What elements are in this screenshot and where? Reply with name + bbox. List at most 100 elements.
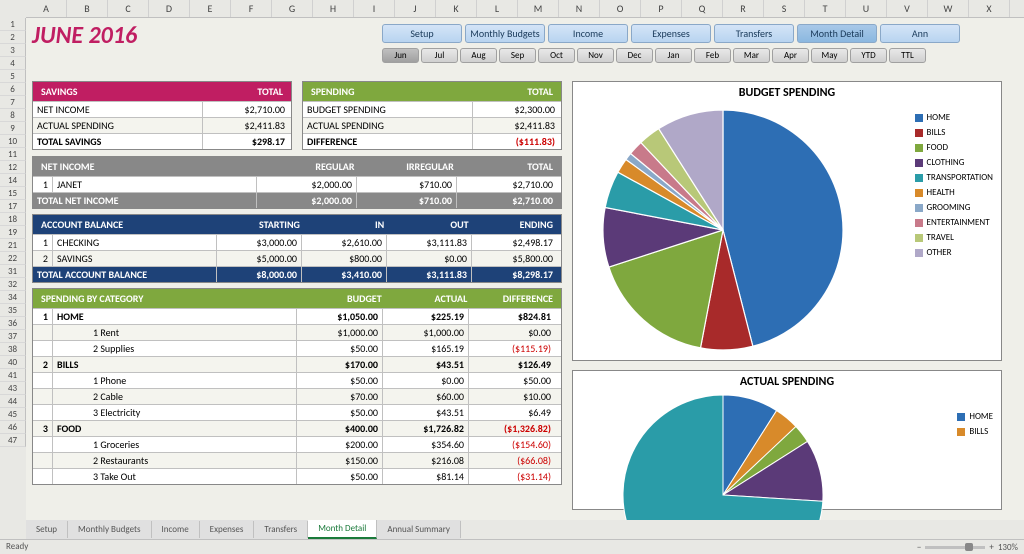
col-K[interactable]: K (436, 0, 477, 17)
month-may[interactable]: May (811, 48, 848, 63)
col-U[interactable]: U (846, 0, 887, 17)
col-T[interactable]: T (805, 0, 846, 17)
row-1[interactable]: 1 (0, 18, 26, 31)
nav-income[interactable]: Income (548, 24, 628, 43)
sheet-tab-expenses[interactable]: Expenses (200, 521, 255, 538)
row-45[interactable]: 45 (0, 408, 26, 421)
month-apr[interactable]: Apr (772, 48, 809, 63)
row-43[interactable]: 43 (0, 382, 26, 395)
month-jul[interactable]: Jul (421, 48, 458, 63)
col-P[interactable]: P (641, 0, 682, 17)
row-36[interactable]: 36 (0, 317, 26, 330)
col-S[interactable]: S (764, 0, 805, 17)
col-M[interactable]: M (518, 0, 559, 17)
row-40[interactable]: 40 (0, 356, 26, 369)
nav-expenses[interactable]: Expenses (631, 24, 711, 43)
zoom-minus-icon[interactable]: − (917, 542, 921, 553)
table-row[interactable]: 2SAVINGS$5,000.00$800.00$0.00$5,800.00 (33, 250, 561, 266)
col-O[interactable]: O (600, 0, 641, 17)
col-D[interactable]: D (149, 0, 190, 17)
col-A[interactable]: A (26, 0, 67, 17)
row-12[interactable]: 12 (0, 161, 26, 174)
month-jun[interactable]: Jun (382, 48, 419, 63)
col-R[interactable]: R (723, 0, 764, 17)
col-L[interactable]: L (477, 0, 518, 17)
col-N[interactable]: N (559, 0, 600, 17)
table-row[interactable]: 1HOME$1,050.00$225.19$824.81 (33, 308, 561, 324)
month-dec[interactable]: Dec (616, 48, 653, 63)
table-row[interactable]: 3 Electricity$50.00$43.51$6.49 (33, 404, 561, 420)
col-X[interactable]: X (969, 0, 1010, 17)
row-7[interactable]: 7 (0, 96, 26, 109)
col-F[interactable]: F (231, 0, 272, 17)
row-9[interactable]: 9 (0, 122, 26, 135)
row-14[interactable]: 14 (0, 174, 26, 187)
table-row[interactable]: 1 Phone$50.00$0.00$50.00 (33, 372, 561, 388)
col-W[interactable]: W (928, 0, 969, 17)
row-31[interactable]: 31 (0, 265, 26, 278)
row-17[interactable]: 17 (0, 200, 26, 213)
table-row[interactable]: 2BILLS$170.00$43.51$126.49 (33, 356, 561, 372)
sheet-tab-monthly-budgets[interactable]: Monthly Budgets (68, 521, 151, 538)
table-row[interactable]: ACTUAL SPENDING$2,411.83 (303, 117, 561, 133)
month-oct[interactable]: Oct (538, 48, 575, 63)
table-row[interactable]: 3FOOD$400.00$1,726.82($1,326.82) (33, 420, 561, 436)
nav-monthly-budgets[interactable]: Monthly Budgets (465, 24, 545, 43)
row-6[interactable]: 6 (0, 83, 26, 96)
row-3[interactable]: 3 (0, 44, 26, 57)
row-10[interactable]: 10 (0, 135, 26, 148)
month-ytd[interactable]: YTD (850, 48, 887, 63)
month-feb[interactable]: Feb (694, 48, 731, 63)
row-44[interactable]: 44 (0, 395, 26, 408)
table-row[interactable]: 1JANET$2,000.00$710.00$2,710.00 (33, 176, 561, 192)
nav-ann[interactable]: Ann (880, 24, 960, 43)
table-row[interactable]: NET INCOME$2,710.00 (33, 101, 291, 117)
row-21[interactable]: 21 (0, 239, 26, 252)
row-38[interactable]: 38 (0, 343, 26, 356)
row-46[interactable]: 46 (0, 421, 26, 434)
nav-month-detail[interactable]: Month Detail (797, 24, 877, 43)
col-J[interactable]: J (395, 0, 436, 17)
row-5[interactable]: 5 (0, 70, 26, 83)
col-E[interactable]: E (190, 0, 231, 17)
col-Q[interactable]: Q (682, 0, 723, 17)
nav-setup[interactable]: Setup (382, 24, 462, 43)
month-nov[interactable]: Nov (577, 48, 614, 63)
col-V[interactable]: V (887, 0, 928, 17)
month-jan[interactable]: Jan (655, 48, 692, 63)
row-35[interactable]: 35 (0, 304, 26, 317)
table-row[interactable]: BUDGET SPENDING$2,300.00 (303, 101, 561, 117)
row-15[interactable]: 15 (0, 187, 26, 200)
row-8[interactable]: 8 (0, 109, 26, 122)
row-18[interactable]: 18 (0, 213, 26, 226)
nav-transfers[interactable]: Transfers (714, 24, 794, 43)
row-4[interactable]: 4 (0, 57, 26, 70)
row-2[interactable]: 2 (0, 31, 26, 44)
col-G[interactable]: G (272, 0, 313, 17)
zoom-control[interactable]: − + 130% (917, 541, 1018, 553)
sheet-tab-transfers[interactable]: Transfers (254, 521, 308, 538)
col-H[interactable]: H (313, 0, 354, 17)
col-B[interactable]: B (67, 0, 108, 17)
row-47[interactable]: 47 (0, 434, 26, 447)
row-32[interactable]: 32 (0, 278, 26, 291)
col-I[interactable]: I (354, 0, 395, 17)
month-sep[interactable]: Sep (499, 48, 536, 63)
row-34[interactable]: 34 (0, 291, 26, 304)
sheet-tab-month-detail[interactable]: Month Detail (308, 520, 377, 539)
table-row[interactable]: 2 Cable$70.00$60.00$10.00 (33, 388, 561, 404)
table-row[interactable]: 2 Supplies$50.00$165.19($115.19) (33, 340, 561, 356)
row-37[interactable]: 37 (0, 330, 26, 343)
table-row[interactable]: ACTUAL SPENDING$2,411.83 (33, 117, 291, 133)
table-row[interactable]: 2 Restaurants$150.00$216.08($66.08) (33, 452, 561, 468)
row-11[interactable]: 11 (0, 148, 26, 161)
table-row[interactable]: 1 Groceries$200.00$354.60($154.60) (33, 436, 561, 452)
zoom-plus-icon[interactable]: + (989, 542, 993, 553)
sheet-tab-annual-summary[interactable]: Annual Summary (377, 521, 461, 538)
col-C[interactable]: C (108, 0, 149, 17)
table-row[interactable]: 3 Take Out$50.00$81.14($31.14) (33, 468, 561, 484)
table-row[interactable]: 1 Rent$1,000.00$1,000.00$0.00 (33, 324, 561, 340)
row-19[interactable]: 19 (0, 226, 26, 239)
zoom-slider[interactable] (925, 546, 985, 549)
month-ttl[interactable]: TTL (889, 48, 926, 63)
